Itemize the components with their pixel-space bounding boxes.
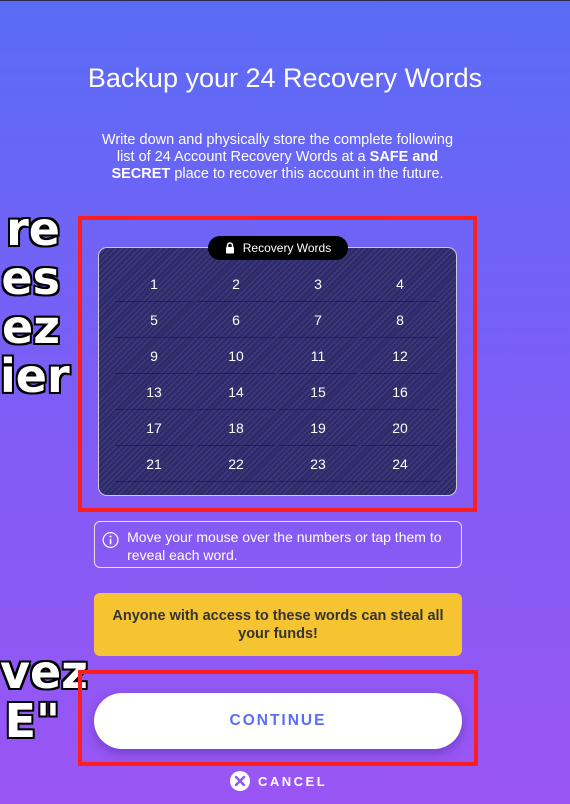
word-cell-8[interactable]: 8 bbox=[361, 302, 439, 338]
word-cell-17[interactable]: 17 bbox=[115, 410, 193, 446]
page-title: Backup your 24 Recovery Words bbox=[87, 63, 483, 93]
word-cell-7[interactable]: 7 bbox=[279, 302, 357, 338]
continue-button[interactable]: CONTINUE bbox=[94, 693, 462, 749]
page-description: Write down and physically store the comp… bbox=[95, 132, 460, 183]
word-cell-23[interactable]: 23 bbox=[279, 446, 357, 482]
word-cell-5[interactable]: 5 bbox=[115, 302, 193, 338]
info-notice: Move your mouse over the numbers or tap … bbox=[94, 521, 462, 568]
overlay-line: E" bbox=[3, 694, 61, 748]
top-border bbox=[0, 0, 570, 1]
word-cell-2[interactable]: 2 bbox=[197, 266, 275, 302]
description-text-end: place to recover this account in the fut… bbox=[170, 166, 444, 182]
word-cell-3[interactable]: 3 bbox=[279, 266, 357, 302]
overlay-line: es bbox=[0, 251, 62, 305]
word-cell-15[interactable]: 15 bbox=[279, 374, 357, 410]
recovery-words-grid: 1 2 3 4 5 6 7 8 9 10 11 12 13 14 15 16 1… bbox=[113, 266, 443, 482]
word-cell-1[interactable]: 1 bbox=[115, 266, 193, 302]
overlay-line: re bbox=[5, 202, 62, 256]
overlay-caption-bottom: vez E" bbox=[0, 645, 89, 748]
warning-banner: Anyone with access to these words can st… bbox=[94, 593, 462, 656]
word-cell-18[interactable]: 18 bbox=[197, 410, 275, 446]
cancel-button[interactable]: CANCEL bbox=[230, 770, 327, 792]
word-cell-6[interactable]: 6 bbox=[197, 302, 275, 338]
word-cell-9[interactable]: 9 bbox=[115, 338, 193, 374]
word-cell-16[interactable]: 16 bbox=[361, 374, 439, 410]
close-circle-icon bbox=[230, 771, 250, 791]
word-cell-21[interactable]: 21 bbox=[115, 446, 193, 482]
recovery-words-label-text: Recovery Words bbox=[242, 241, 332, 255]
word-cell-20[interactable]: 20 bbox=[361, 410, 439, 446]
overlay-caption-top: re es ez ier bbox=[0, 202, 71, 403]
word-cell-12[interactable]: 12 bbox=[361, 338, 439, 374]
lock-icon bbox=[225, 242, 234, 254]
word-cell-4[interactable]: 4 bbox=[361, 266, 439, 302]
info-text: Move your mouse over the numbers or tap … bbox=[127, 529, 442, 563]
word-cell-10[interactable]: 10 bbox=[197, 338, 275, 374]
word-cell-19[interactable]: 19 bbox=[279, 410, 357, 446]
overlay-line: ez bbox=[1, 300, 62, 354]
overlay-line: ier bbox=[0, 349, 71, 403]
word-cell-13[interactable]: 13 bbox=[115, 374, 193, 410]
word-cell-24[interactable]: 24 bbox=[361, 446, 439, 482]
info-icon bbox=[102, 531, 119, 549]
word-cell-22[interactable]: 22 bbox=[197, 446, 275, 482]
word-cell-11[interactable]: 11 bbox=[279, 338, 357, 374]
recovery-words-label: Recovery Words bbox=[208, 236, 348, 260]
overlay-line: vez bbox=[0, 645, 89, 699]
word-cell-14[interactable]: 14 bbox=[197, 374, 275, 410]
cancel-label: CANCEL bbox=[258, 773, 328, 789]
